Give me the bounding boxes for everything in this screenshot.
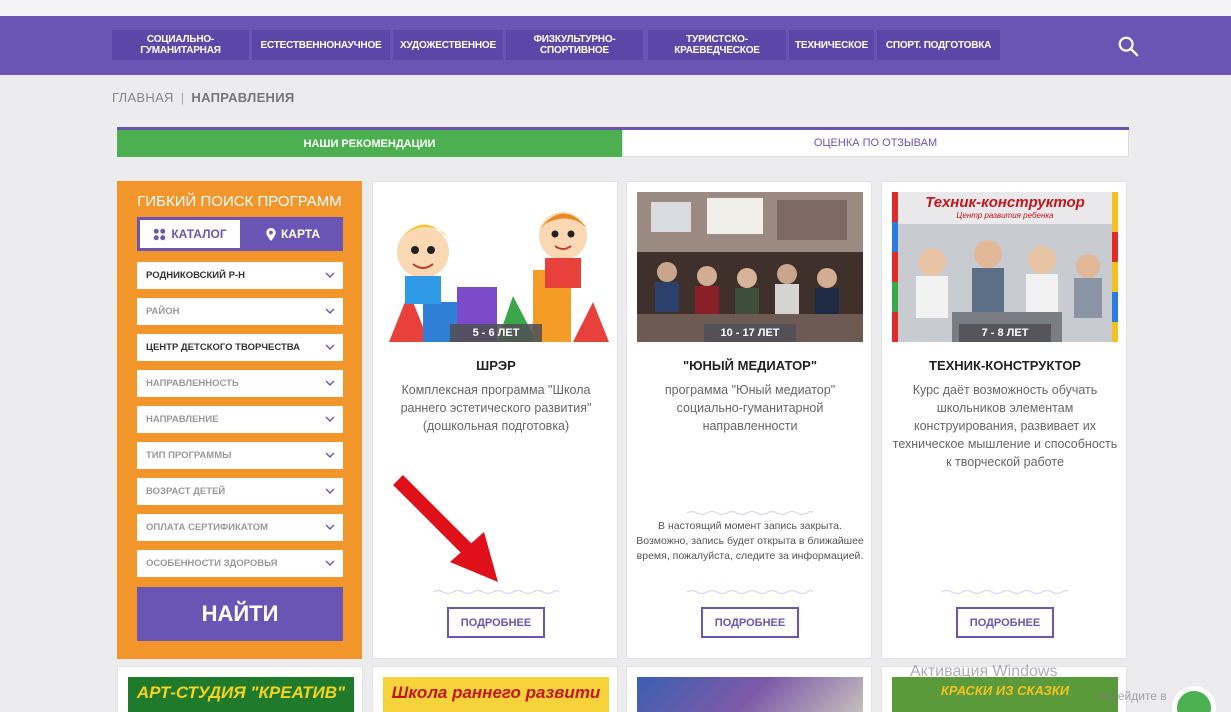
classroom-photo [637, 192, 863, 342]
child-age-placeholder: ВОЗРАСТ ДЕТЕЙ [146, 486, 226, 497]
breadcrumb: ГЛАВНАЯ | НАПРАВЛЕНИЯ [112, 90, 295, 105]
tab-reviews[interactable]: ОЦЕНКА ПО ОТЗЫВАМ [622, 130, 1129, 157]
district-select[interactable]: РАЙОН [137, 298, 343, 325]
program-image: Школа раннего развити [383, 677, 609, 712]
program-type-select[interactable]: ТИП ПРОГРАММЫ [137, 442, 343, 469]
program-card[interactable]: 10 - 17 ЛЕТ "ЮНЫЙ МЕДИАТОР" программа "Ю… [626, 181, 872, 659]
nav-label: СОЦИАЛЬНО- ГУМАНИТАРНАЯ [140, 34, 221, 56]
nav-item-sport-training[interactable]: СПОРТ. ПОДГОТОВКА [877, 30, 1000, 60]
details-button[interactable]: ПОДРОБНЕЕ [956, 607, 1054, 638]
organization-select[interactable]: ЦЕНТР ДЕТСКОГО ТВОРЧЕСТВА [137, 334, 343, 361]
chevron-down-icon [325, 344, 335, 350]
nav-item-natural-science[interactable]: ЕСТЕСТВЕННОНАУЧНОЕ [252, 30, 390, 60]
windows-activation-watermark: Активация Windows [910, 663, 1058, 680]
kids-with-blocks-illustration [383, 192, 609, 342]
direction-placeholder: НАПРАВЛЕНИЕ [146, 414, 219, 425]
image-title: АРТ-СТУДИЯ "КРЕАТИВ" [136, 683, 346, 702]
search-icon[interactable] [1117, 35, 1139, 57]
age-badge: 10 - 17 ЛЕТ [704, 324, 796, 342]
certificate-payment-select[interactable]: ОПЛАТА СЕРТИФИКАТОМ [137, 514, 343, 541]
card-description: программа "Юный медиатор" социально-гума… [664, 383, 836, 433]
nav-label: ТУРИСТСКО- КРАЕВЕДЧЕСКОЕ [674, 34, 760, 56]
card-title[interactable]: ШРЭР [381, 358, 611, 373]
nav-item-arts[interactable]: ХУДОЖЕСТВЕННОЕ [393, 30, 503, 60]
program-card[interactable]: Школа раннего развити [372, 666, 618, 712]
image-title: Техник-конструктор [925, 194, 1085, 211]
tab-recommendations[interactable]: НАШИ РЕКОМЕНДАЦИИ [117, 130, 622, 157]
wave-divider [687, 589, 813, 595]
health-features-placeholder: ОСОБЕННОСТИ ЗДОРОВЬЯ [146, 558, 278, 569]
card-title[interactable]: ТЕХНИК-КОНСТРУКТОР [890, 358, 1120, 373]
program-card[interactable]: АРТ-СТУДИЯ "КРЕАТИВ" [117, 666, 363, 712]
enrollment-closed-note: В настоящий момент запись закрыта. Возмо… [636, 520, 864, 562]
sort-tabs: НАШИ РЕКОМЕНДАЦИИ ОЦЕНКА ПО ОТЗЫВАМ [117, 127, 1129, 157]
chevron-down-icon [325, 488, 335, 494]
nav-item-tourism[interactable]: ТУРИСТСКО- КРАЕВЕДЧЕСКОЕ [648, 30, 786, 60]
chat-widget-button[interactable] [1172, 686, 1216, 712]
catalog-button[interactable]: КАТАЛОГ [140, 220, 240, 248]
search-filter-panel: ГИБКИЙ ПОИСК ПРОГРАММ КАТАЛОГ КАРТА РОДН… [117, 181, 362, 659]
chevron-down-icon [325, 272, 335, 278]
age-badge: 7 - 8 ЛЕТ [959, 324, 1051, 342]
nav-label: СПОРТ. ПОДГОТОВКА [885, 39, 992, 51]
catalog-label: КАТАЛОГ [171, 227, 227, 241]
region-select[interactable]: РОДНИКОВСКИЙ Р-Н [137, 262, 343, 289]
nav-label: ХУДОЖЕСТВЕННОЕ [400, 39, 496, 51]
organization-value: ЦЕНТР ДЕТСКОГО ТВОРЧЕСТВА [146, 342, 300, 353]
card-description: Курс даёт возможность обучать школьников… [892, 383, 1118, 469]
chevron-down-icon [325, 452, 335, 458]
program-image: 5 - 6 ЛЕТ [383, 192, 609, 342]
details-button[interactable]: ПОДРОБНЕЕ [701, 607, 799, 638]
filter-title: ГИБКИЙ ПОИСК ПРОГРАММ [137, 193, 342, 210]
nav-label: ЕСТЕСТВЕННОНАУЧНОЕ [260, 39, 382, 51]
breadcrumb-current: НАПРАВЛЕНИЯ [191, 90, 295, 105]
chevron-down-icon [325, 416, 335, 422]
view-toggle: КАТАЛОГ КАРТА [137, 217, 343, 251]
nav-item-technical[interactable]: ТЕХНИЧЕСКОЕ [789, 30, 874, 60]
health-features-select[interactable]: ОСОБЕННОСТИ ЗДОРОВЬЯ [137, 550, 343, 577]
red-arrow-annotation [393, 475, 498, 582]
breadcrumb-home[interactable]: ГЛАВНАЯ [112, 90, 174, 105]
breadcrumb-separator: | [180, 90, 185, 105]
direction-select[interactable]: НАПРАВЛЕНИЕ [137, 406, 343, 433]
map-label: КАРТА [280, 227, 321, 241]
windows-activation-hint: перейдите в [1098, 689, 1167, 703]
chevron-down-icon [325, 560, 335, 566]
wave-divider [942, 589, 1068, 595]
wave-divider [687, 510, 813, 516]
program-image: АРТ-СТУДИЯ "КРЕАТИВ" [128, 677, 354, 712]
focus-select[interactable]: НАПРАВЛЕННОСТЬ [137, 370, 343, 397]
card-title[interactable]: "ЮНЫЙ МЕДИАТОР" [635, 358, 865, 373]
chevron-down-icon [325, 380, 335, 386]
age-badge: 5 - 6 ЛЕТ [450, 324, 542, 342]
program-image [637, 677, 863, 712]
image-title: КРАСКИ ИЗ СКАЗКИ [940, 683, 1070, 698]
map-button[interactable]: КАРТА [243, 217, 343, 251]
program-image: 10 - 17 ЛЕТ [637, 192, 863, 342]
nav-item-sports[interactable]: ФИЗКУЛЬТУРНО- СПОРТИВНОЕ [506, 30, 643, 60]
map-pin-icon [266, 227, 276, 241]
program-image: Техник-конструктор Центр развития ребенк… [892, 192, 1118, 342]
grid-icon [154, 228, 166, 240]
certificate-payment-placeholder: ОПЛАТА СЕРТИФИКАТОМ [146, 522, 269, 533]
nav-label: ТЕХНИЧЕСКОЕ [794, 39, 869, 51]
district-placeholder: РАЙОН [146, 306, 180, 317]
details-button[interactable]: ПОДРОБНЕЕ [447, 607, 545, 638]
focus-placeholder: НАПРАВЛЕННОСТЬ [146, 378, 239, 389]
region-value: РОДНИКОВСКИЙ Р-Н [146, 270, 245, 281]
image-subtitle: Центр развития ребенка [956, 211, 1054, 220]
nav-item-social[interactable]: СОЦИАЛЬНО- ГУМАНИТАРНАЯ [112, 30, 249, 60]
program-image: КРАСКИ ИЗ СКАЗКИ [892, 677, 1118, 712]
child-age-select[interactable]: ВОЗРАСТ ДЕТЕЙ [137, 478, 343, 505]
chevron-down-icon [325, 524, 335, 530]
image-title: Школа раннего развити [391, 683, 601, 702]
chevron-down-icon [325, 308, 335, 314]
program-card[interactable]: Техник-конструктор Центр развития ребенк… [881, 181, 1127, 659]
program-type-placeholder: ТИП ПРОГРАММЫ [146, 450, 232, 461]
card-description: Комплексная программа "Школа раннего эст… [400, 383, 592, 433]
find-button[interactable]: НАЙТИ [137, 587, 343, 641]
nav-label: ФИЗКУЛЬТУРНО- СПОРТИВНОЕ [533, 34, 616, 56]
program-card[interactable] [626, 666, 872, 712]
top-navigation: СОЦИАЛЬНО- ГУМАНИТАРНАЯ ЕСТЕСТВЕННОНАУЧН… [0, 0, 1231, 75]
